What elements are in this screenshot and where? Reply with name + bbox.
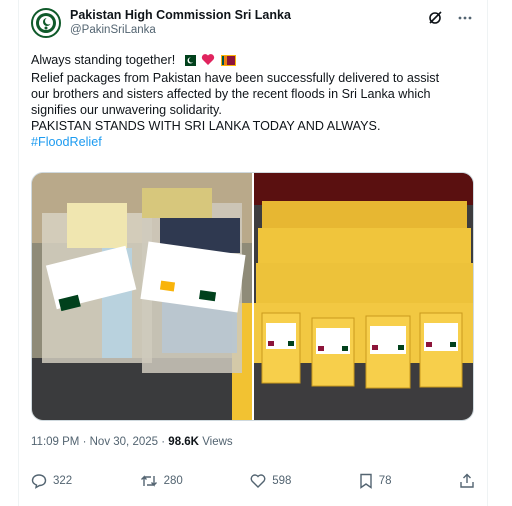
media-grid — [31, 172, 474, 421]
post-line-3: our brothers and sisters affected by the… — [31, 87, 431, 101]
views-label: Views — [202, 436, 233, 448]
header-icons — [427, 10, 473, 26]
repost-icon — [140, 475, 157, 487]
share-icon — [460, 473, 474, 488]
reply-icon — [31, 474, 47, 489]
like-icon — [250, 474, 266, 488]
hashtag-link[interactable]: #FloodRelief — [31, 135, 102, 149]
post-header: Pakistan High Commission Sri Lanka @Paki… — [31, 8, 475, 44]
heart-icon — [201, 53, 215, 70]
meta-separator-2: · — [161, 436, 166, 448]
author-names: Pakistan High Commission Sri Lanka @Paki… — [70, 8, 291, 38]
like-button[interactable]: 598 — [250, 473, 291, 489]
pakistan-flag-icon — [180, 54, 196, 70]
post-card: Pakistan High Commission Sri Lanka @Paki… — [18, 0, 488, 506]
repost-count: 280 — [163, 475, 183, 487]
reply-button[interactable]: 322 — [31, 473, 72, 489]
reply-count: 322 — [53, 475, 73, 487]
meta-separator: · — [82, 436, 87, 448]
avatar[interactable] — [31, 8, 61, 38]
like-count: 598 — [272, 475, 292, 487]
post-line-2: Relief packages from Pakistan have been … — [31, 71, 440, 85]
grok-icon[interactable] — [427, 10, 443, 26]
post-line-5: PAKISTAN STANDS WITH SRI LANKA TODAY AND… — [31, 119, 381, 133]
sri-lanka-flag-icon — [220, 54, 236, 70]
post-time[interactable]: 11:09 PM — [31, 436, 79, 448]
post-line-1-text: Always standing together! — [31, 53, 176, 67]
display-name[interactable]: Pakistan High Commission Sri Lanka — [70, 8, 291, 23]
photo-relief-bags[interactable] — [254, 173, 473, 420]
bookmark-button[interactable]: 78 — [359, 473, 392, 489]
post-meta: 11:09 PM · Nov 30, 2025 · 98.6K Views — [31, 436, 233, 448]
more-icon[interactable] — [457, 10, 473, 26]
bookmark-count: 78 — [378, 475, 392, 487]
action-bar: 322 280 598 78 — [31, 473, 475, 489]
photo-relief-items[interactable] — [32, 173, 252, 420]
handle[interactable]: @PakinSriLanka — [70, 23, 291, 38]
post-date[interactable]: Nov 30, 2025 — [90, 436, 158, 448]
share-button[interactable] — [459, 473, 475, 489]
emblem-icon — [36, 13, 56, 33]
views-count: 98.6K — [168, 436, 199, 448]
post-text: Always standing together! Relief package… — [31, 52, 477, 150]
post-line-4: signifies our unwavering solidarity. — [31, 103, 222, 117]
repost-button[interactable]: 280 — [140, 473, 183, 489]
post-line-1: Always standing together! — [31, 52, 477, 70]
bookmark-icon — [360, 473, 372, 489]
